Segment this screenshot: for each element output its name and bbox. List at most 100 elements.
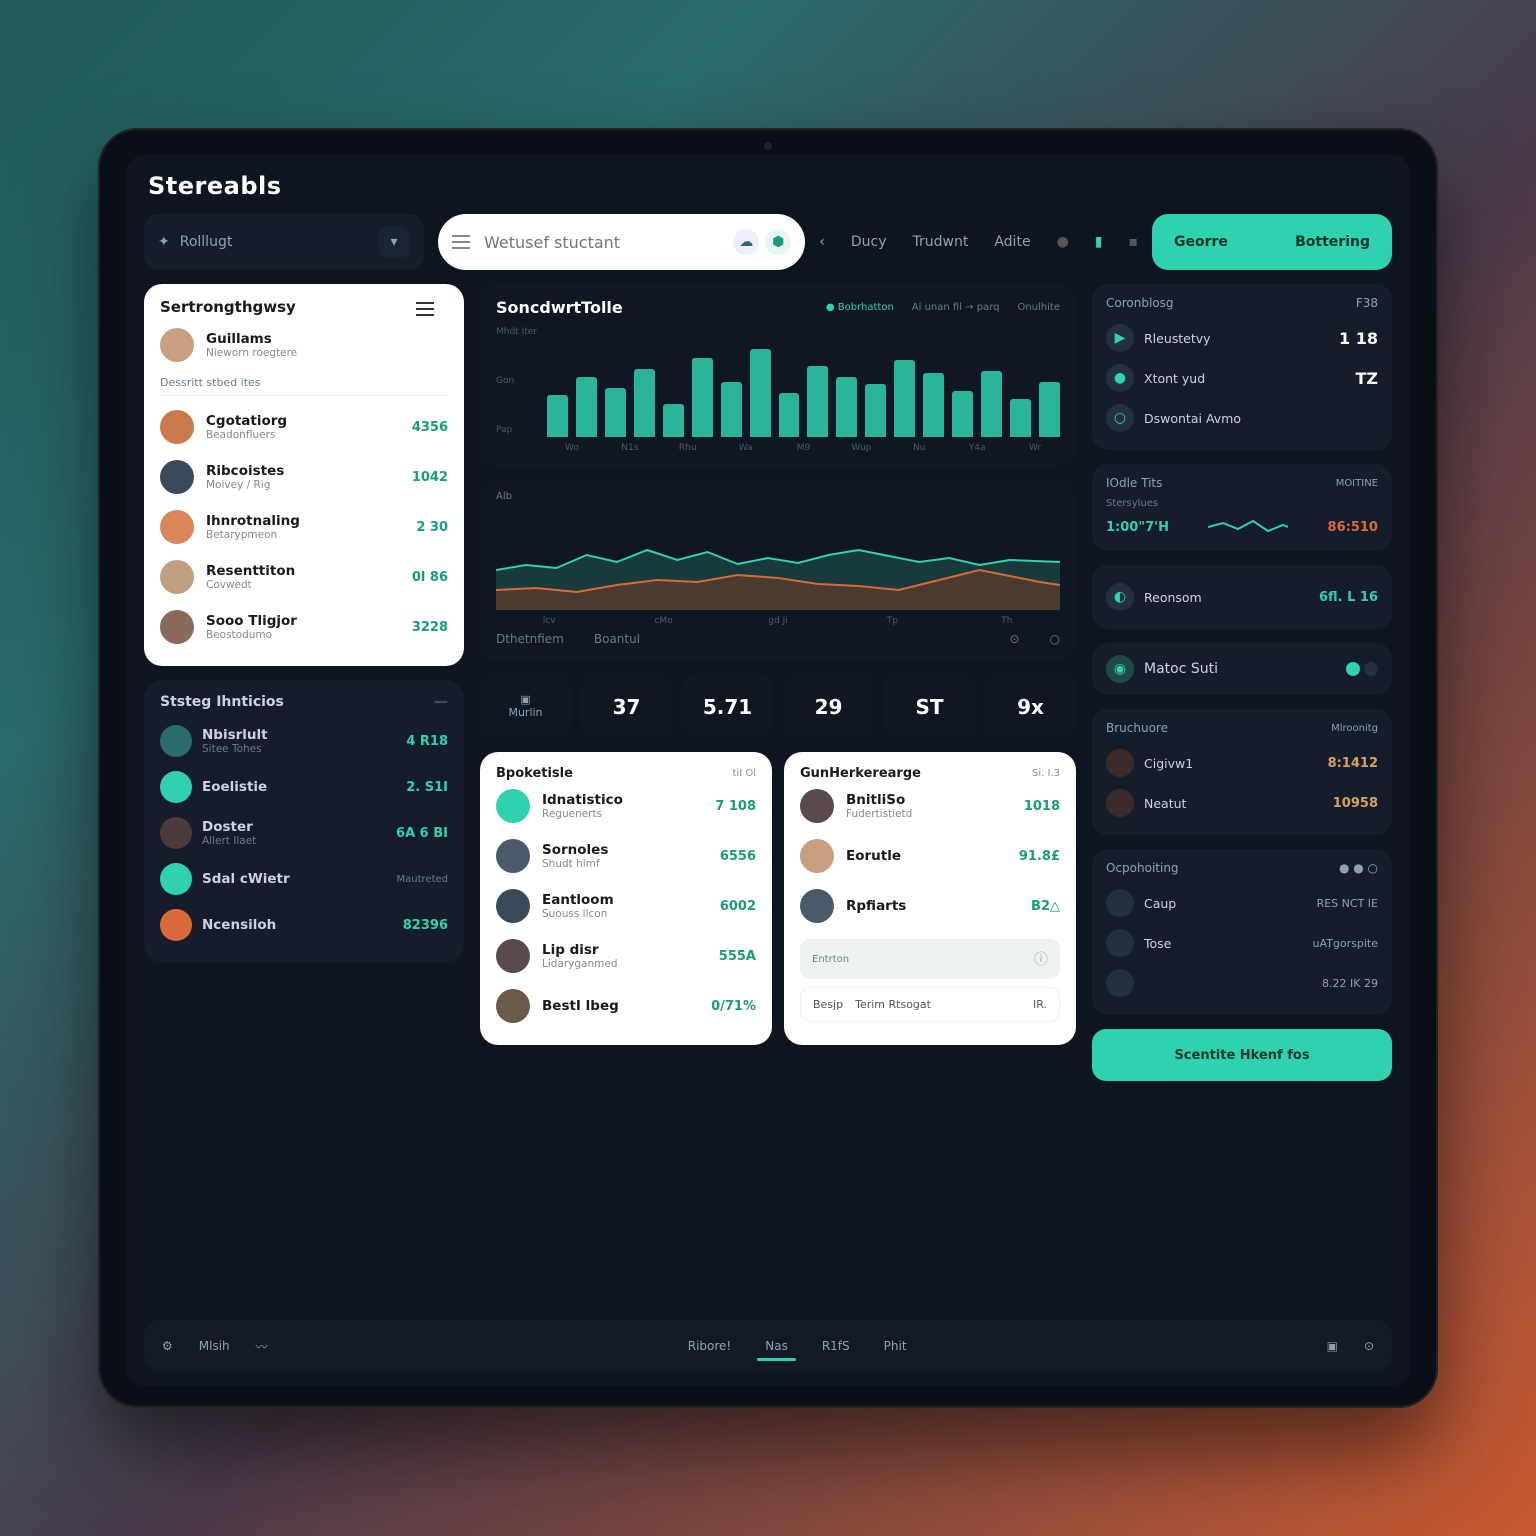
avatar	[160, 863, 192, 895]
more-icon[interactable]: ● ● ○	[1339, 861, 1378, 875]
list-right-title: GunHerkerearge	[800, 766, 921, 781]
primary-cta-button[interactable]: Georre Bottering	[1152, 214, 1392, 270]
search-action-icon[interactable]: ⬢	[765, 229, 791, 255]
menu-icon[interactable]	[452, 235, 470, 249]
list-left-card: Bpoketisle tiI Ol IdnatisticoReguenerts …	[480, 752, 772, 1045]
chart-tab-1[interactable]: Boantul	[594, 632, 640, 646]
contact-value: 0l 86	[412, 570, 448, 585]
list-right-meta: Si. I.3	[1032, 768, 1060, 779]
bottom-icon-0[interactable]: ▣	[1327, 1339, 1338, 1353]
cta-right-label: Bottering	[1295, 234, 1370, 250]
stat-pill[interactable]: 37	[581, 674, 672, 738]
list-row[interactable]: Rpfiarts B2△	[800, 881, 1060, 931]
list-row[interactable]: BnitliSoFudertistietd 1018	[800, 781, 1060, 831]
contacts-menu-icon[interactable]	[416, 302, 434, 316]
list-right-input-row[interactable]: Entrton ⓘ	[800, 939, 1060, 979]
avatar	[160, 817, 192, 849]
stat-pill[interactable]: 29	[783, 674, 874, 738]
avatar	[160, 771, 192, 803]
stat-value: Mautreted	[397, 874, 448, 885]
stat-value: 4 R18	[406, 734, 448, 749]
stats-card: Ststeg Ihnticios — NbisrlultSitee Tohes …	[144, 680, 464, 962]
stat-row[interactable]: NbisrlultSitee Tohes 4 R18	[160, 718, 448, 764]
list-row[interactable]: Lip disrLidaryganmed 555A	[496, 931, 756, 981]
r-row[interactable]: ▶Rleustetvy1 18	[1106, 318, 1378, 358]
r-row[interactable]: ToseuATgorspite	[1106, 923, 1378, 963]
chart-tab-toggle-b[interactable]: ○	[1050, 632, 1060, 646]
avatar	[800, 889, 834, 923]
topbar: ✦ Rolllugt ▾ ☁ ⬢ ‹ Ducy Trudwnt Adite ● …	[144, 214, 1392, 270]
nav-link-2[interactable]: Adite	[994, 234, 1030, 250]
contact-row[interactable]: RibcoistesMoivey / Rig 1042	[160, 452, 448, 502]
bottom-tab-3[interactable]: Phit	[880, 1323, 911, 1369]
list-row[interactable]: Eorutle 91.8£	[800, 831, 1060, 881]
contact-row[interactable]: ResenttitonCovwedt 0l 86	[160, 552, 448, 602]
search-filter-icon[interactable]: ☁	[733, 229, 759, 255]
input-action-icon[interactable]: ⓘ	[1034, 949, 1048, 969]
stat-row[interactable]: Eoelistie 2. S1I	[160, 764, 448, 810]
contact-sub: Betarypmeon	[206, 529, 404, 541]
stat-row[interactable]: Sdal cWietr Mautreted	[160, 856, 448, 902]
avatar	[496, 789, 530, 823]
app-screen: Stereabls ✦ Rolllugt ▾ ☁ ⬢ ‹ Ducy Trudwn…	[126, 154, 1410, 1386]
stat-pill[interactable]: ST	[884, 674, 975, 738]
contact-row[interactable]: CgotatiorgBeadonfluers 4356	[160, 402, 448, 452]
bottom-tab-2[interactable]: R1fS	[818, 1323, 854, 1369]
stat-row[interactable]: Ncensiloh 82396	[160, 902, 448, 948]
contact-row[interactable]: IhnrotnalingBetarypmeon 2 30	[160, 502, 448, 552]
contact-name: Sooo Tligjor	[206, 613, 400, 629]
avatar	[800, 789, 834, 823]
list-row[interactable]: IdnatisticoReguenerts 7 108	[496, 781, 756, 831]
contact-name: Resenttiton	[206, 563, 400, 579]
r-block-4[interactable]: ◉ Matoc Suti	[1092, 643, 1392, 695]
contacts-section-label: Dessritt stbed ites	[160, 376, 448, 389]
collapse-icon[interactable]: —	[434, 694, 448, 710]
bottom-icon-1[interactable]: ⊙	[1364, 1339, 1374, 1353]
list-row[interactable]: SornolesShudt hlmf 6556	[496, 831, 756, 881]
right-cta-button[interactable]: Scentite Hkenf fos	[1092, 1029, 1392, 1081]
featured-contact[interactable]: GuillamsNieworn roegtere	[160, 320, 448, 370]
r-row[interactable]: Neatut10958	[1106, 783, 1378, 823]
r-block-5: BruchuoreMlroonitg Cigivw18:1412Neatut10…	[1092, 709, 1392, 835]
status-pill-icon: ▮	[1095, 234, 1103, 250]
avatar	[160, 909, 192, 941]
list-left-meta: tiI Ol	[733, 768, 756, 779]
nav-back-icon[interactable]: ‹	[819, 234, 825, 250]
wave-icon[interactable]: 〰	[256, 1338, 268, 1355]
bottom-tab-1[interactable]: Nas	[761, 1323, 792, 1369]
list-row[interactable]: EantloomSuouss llcon 6002	[496, 881, 756, 931]
center-lists-pair: Bpoketisle tiI Ol IdnatisticoReguenerts …	[480, 752, 1076, 1045]
nav-link-1[interactable]: Trudwnt	[913, 234, 969, 250]
rollup-selector[interactable]: ✦ Rolllugt ▾	[144, 214, 424, 270]
list-row[interactable]: BestI lbeg 0/71%	[496, 981, 756, 1031]
r1-title: Coronblosg	[1106, 296, 1174, 310]
r1-meta: F38	[1356, 296, 1378, 310]
gear-icon[interactable]: ⚙	[162, 1339, 173, 1353]
bottom-tab-0[interactable]: Ribore!	[684, 1323, 736, 1369]
r-row[interactable]: CaupRES NCT IE	[1106, 883, 1378, 923]
list-right-footer: Besjp Terim Rtsogat IR.	[800, 987, 1060, 1022]
r-row[interactable]: ●Xtont yudTZ	[1106, 358, 1378, 398]
r-row[interactable]: 8.22 IK 29	[1106, 963, 1378, 1003]
input-label: Entrton	[812, 954, 849, 965]
stat-pill[interactable]: 5.71	[682, 674, 773, 738]
toggle-icon[interactable]	[1346, 662, 1378, 676]
camera-dot	[764, 142, 772, 150]
stat-pill[interactable]: 9x	[985, 674, 1076, 738]
nav-link-0[interactable]: Ducy	[851, 234, 887, 250]
center-column: SoncdwrtTolle ● Bobrhatton Al unan fil →…	[480, 284, 1076, 1306]
chart-tab-toggle-a[interactable]: ⊙	[1009, 632, 1019, 646]
contact-sub: Moivey / Rig	[206, 479, 400, 491]
contact-row[interactable]: Sooo TligjorBeostodumo 3228	[160, 602, 448, 652]
stat-pill[interactable]: ▣ Murlin	[480, 674, 571, 738]
stat-row[interactable]: DosterAllert Ilaet 6A 6 BI	[160, 810, 448, 856]
search-bar[interactable]: ☁ ⬢	[438, 214, 805, 270]
r-row[interactable]: ○Dswontai Avmo	[1106, 398, 1378, 438]
search-input[interactable]	[484, 233, 733, 252]
chart-tab-0[interactable]: Dthetnfiem	[496, 632, 564, 646]
r-block-6: Ocpohoiting ● ● ○ CaupRES NCT IEToseuATg…	[1092, 849, 1392, 1015]
rollup-expand-icon[interactable]: ▾	[378, 226, 410, 258]
stat-icon: ▣	[520, 693, 530, 706]
r-row[interactable]: Cigivw18:1412	[1106, 743, 1378, 783]
avatar	[160, 560, 194, 594]
